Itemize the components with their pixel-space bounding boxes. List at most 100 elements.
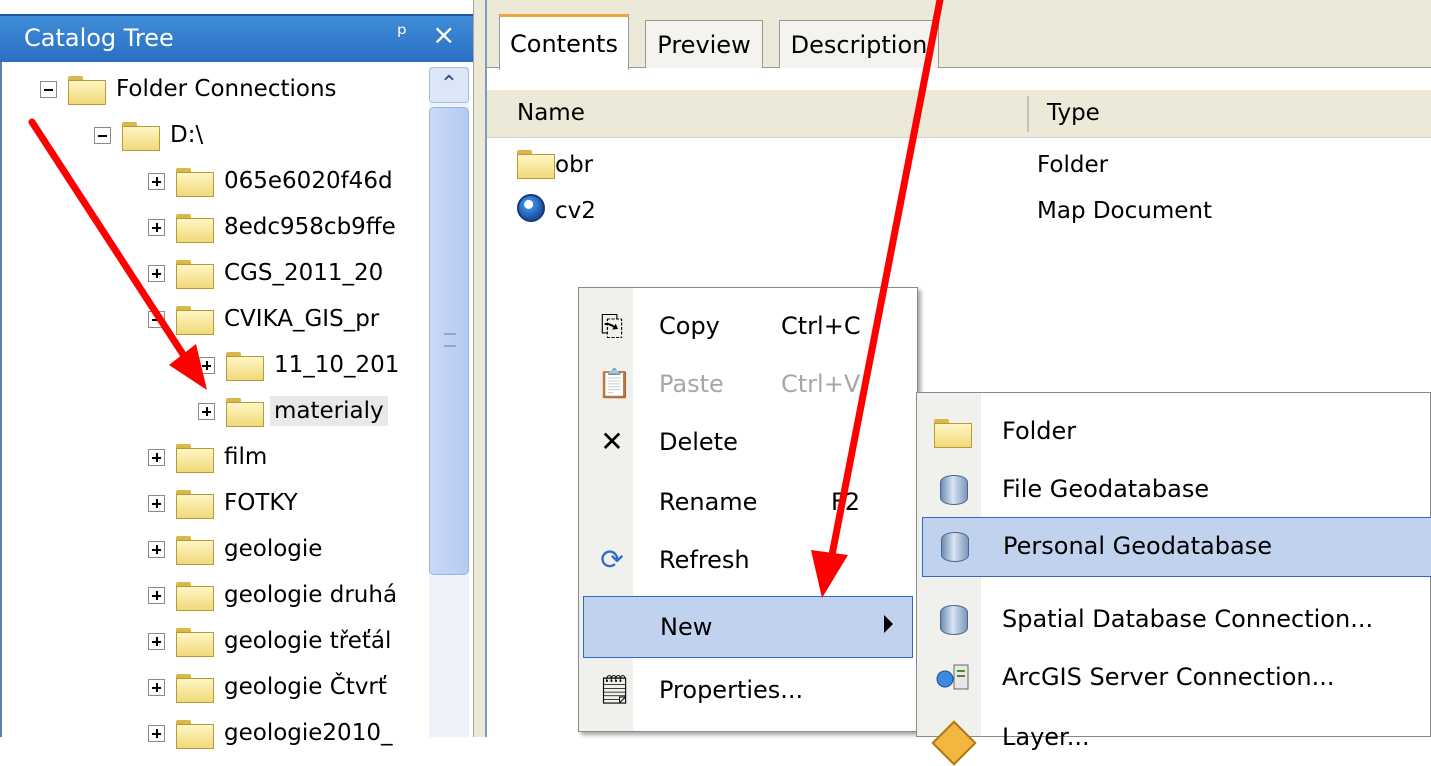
tree-item-label: materialy — [270, 396, 388, 426]
tree-item-folder-connections[interactable]: Folder Connections — [40, 66, 341, 112]
expand-icon[interactable] — [148, 586, 165, 604]
expand-icon[interactable] — [198, 356, 215, 374]
folder-icon — [176, 167, 214, 197]
tree-item[interactable]: 11_10_201 — [198, 342, 403, 388]
file-geodatabase-icon — [940, 475, 968, 505]
scroll-up-arrow-icon[interactable]: ⌃ — [429, 67, 469, 103]
menu-item-shortcut: F2 — [831, 488, 861, 516]
collapse-icon[interactable] — [40, 80, 57, 98]
column-header-name[interactable]: Name — [517, 100, 585, 126]
context-menu: ⎘ Copy Ctrl+C 📋 Paste Ctrl+V ✕ Delete Re… — [578, 287, 918, 732]
tree-item[interactable]: 065e6020f46d — [148, 158, 397, 204]
submenu-item-label: Folder — [1002, 417, 1077, 445]
menu-item-label: Rename — [659, 488, 758, 516]
submenu-item-label: Spatial Database Connection... — [1002, 605, 1374, 633]
pin-icon[interactable]: ᵖ — [397, 20, 407, 48]
copy-icon: ⎘ — [600, 309, 624, 342]
menu-item-label: Refresh — [659, 546, 750, 574]
tree-item[interactable]: FOTKY — [148, 480, 302, 526]
submenu-item-folder[interactable]: Folder — [922, 403, 1431, 463]
menu-item-rename[interactable]: Rename F2 — [583, 472, 913, 534]
collapse-icon[interactable] — [148, 310, 165, 328]
tree-item[interactable]: geologie — [148, 526, 326, 572]
tree-item[interactable]: geologie druhá — [148, 572, 401, 618]
tree-item-materialy[interactable]: materialy — [198, 388, 388, 434]
submenu-arrow-icon — [884, 615, 893, 633]
expand-icon[interactable] — [148, 218, 165, 236]
pane-splitter[interactable] — [473, 0, 487, 737]
menu-item-label: New — [660, 613, 713, 641]
properties-icon: 🗒 — [597, 673, 633, 706]
tree-item[interactable]: geologie Čtvrť — [148, 664, 391, 710]
expand-icon[interactable] — [148, 540, 165, 558]
expand-icon[interactable] — [148, 172, 165, 190]
submenu-item-spatial-database-connection[interactable]: Spatial Database Connection... — [922, 591, 1431, 651]
menu-item-properties[interactable]: 🗒 Properties... — [583, 660, 913, 722]
spatial-database-connection-icon — [940, 605, 968, 635]
scrollbar-thumb[interactable] — [429, 107, 469, 575]
tab-description[interactable]: Description — [779, 20, 939, 68]
collapse-icon[interactable] — [94, 126, 111, 144]
menu-item-refresh[interactable]: ⟳ Refresh — [583, 530, 913, 592]
personal-geodatabase-icon — [941, 532, 969, 562]
folder-icon — [176, 305, 214, 335]
tree-item-label: geologie třeťál — [224, 628, 392, 654]
tree-item-label: D:\ — [170, 122, 204, 148]
menu-item-label: Delete — [659, 428, 738, 456]
tree-item[interactable]: geologie2010_ — [148, 710, 396, 756]
tree-item[interactable]: geologie třeťál — [148, 618, 395, 664]
tree-item-label: CVIKA_GIS_pr — [224, 306, 380, 332]
menu-item-new[interactable]: New — [583, 596, 913, 658]
tab-strip: Contents Preview Description — [487, 0, 1431, 70]
list-item[interactable]: obr Folder — [487, 144, 1431, 186]
menu-item-copy[interactable]: ⎘ Copy Ctrl+C — [583, 296, 913, 358]
submenu-item-file-geodatabase[interactable]: File Geodatabase — [922, 461, 1431, 521]
column-header-type[interactable]: Type — [1047, 100, 1100, 126]
tree-item[interactable]: CVIKA_GIS_pr — [148, 296, 383, 342]
column-divider[interactable] — [1027, 96, 1029, 132]
arcgis-server-connection-icon — [936, 664, 969, 690]
submenu-item-arcgis-server-connection[interactable]: ArcGIS Server Connection... — [922, 649, 1431, 709]
tree-item[interactable]: CGS_2011_20 — [148, 250, 387, 296]
folder-icon — [176, 443, 214, 473]
tree-item-label: CGS_2011_20 — [224, 260, 384, 286]
folder-icon — [176, 259, 214, 289]
expand-icon[interactable] — [198, 402, 215, 420]
scrollbar-grip-icon — [444, 333, 456, 347]
tree-item-d-drive[interactable]: D:\ — [94, 112, 207, 158]
catalog-tree-titlebar: Catalog Tree ᵖ × — [0, 14, 473, 62]
tree-item-label: Folder Connections — [116, 76, 337, 102]
tree-item-label: geologie2010_ — [224, 720, 393, 746]
expand-icon[interactable] — [148, 724, 165, 742]
tree-item-label: geologie — [224, 536, 323, 562]
submenu-item-label: File Geodatabase — [1002, 475, 1210, 503]
submenu-item-layer[interactable]: Layer... — [922, 705, 1431, 766]
refresh-icon: ⟳ — [600, 543, 624, 576]
expand-icon[interactable] — [148, 494, 165, 512]
list-header: Name Type — [487, 90, 1431, 138]
tree-item[interactable]: film — [148, 434, 271, 480]
catalog-tree-title: Catalog Tree — [24, 24, 174, 52]
map-document-icon — [517, 194, 545, 222]
catalog-tree-pane: Catalog Tree ᵖ × Folder Connections D:\ … — [0, 0, 473, 749]
close-icon[interactable]: × — [432, 18, 455, 51]
tab-contents[interactable]: Contents — [499, 14, 629, 70]
expand-icon[interactable] — [148, 264, 165, 282]
folder-icon — [176, 627, 214, 657]
submenu-item-label: ArcGIS Server Connection... — [1002, 663, 1335, 691]
expand-icon[interactable] — [148, 448, 165, 466]
tab-preview[interactable]: Preview — [645, 20, 763, 68]
folder-icon — [176, 673, 214, 703]
expand-icon[interactable] — [148, 632, 165, 650]
tree-vertical-scrollbar[interactable]: ⌃ — [429, 67, 469, 737]
tree-item[interactable]: 8edc958cb9ffe — [148, 204, 400, 250]
delete-icon: ✕ — [600, 425, 624, 458]
menu-item-label: Properties... — [659, 676, 804, 704]
folder-icon — [176, 213, 214, 243]
list-item[interactable]: cv2 Map Document — [487, 190, 1431, 232]
expand-icon[interactable] — [148, 678, 165, 696]
submenu-item-personal-geodatabase[interactable]: Personal Geodatabase — [922, 517, 1431, 577]
catalog-tree: Folder Connections D:\ 065e6020f46d 8edc… — [0, 62, 473, 749]
menu-item-delete[interactable]: ✕ Delete — [583, 412, 913, 474]
tree-item-label: geologie druhá — [224, 582, 398, 608]
